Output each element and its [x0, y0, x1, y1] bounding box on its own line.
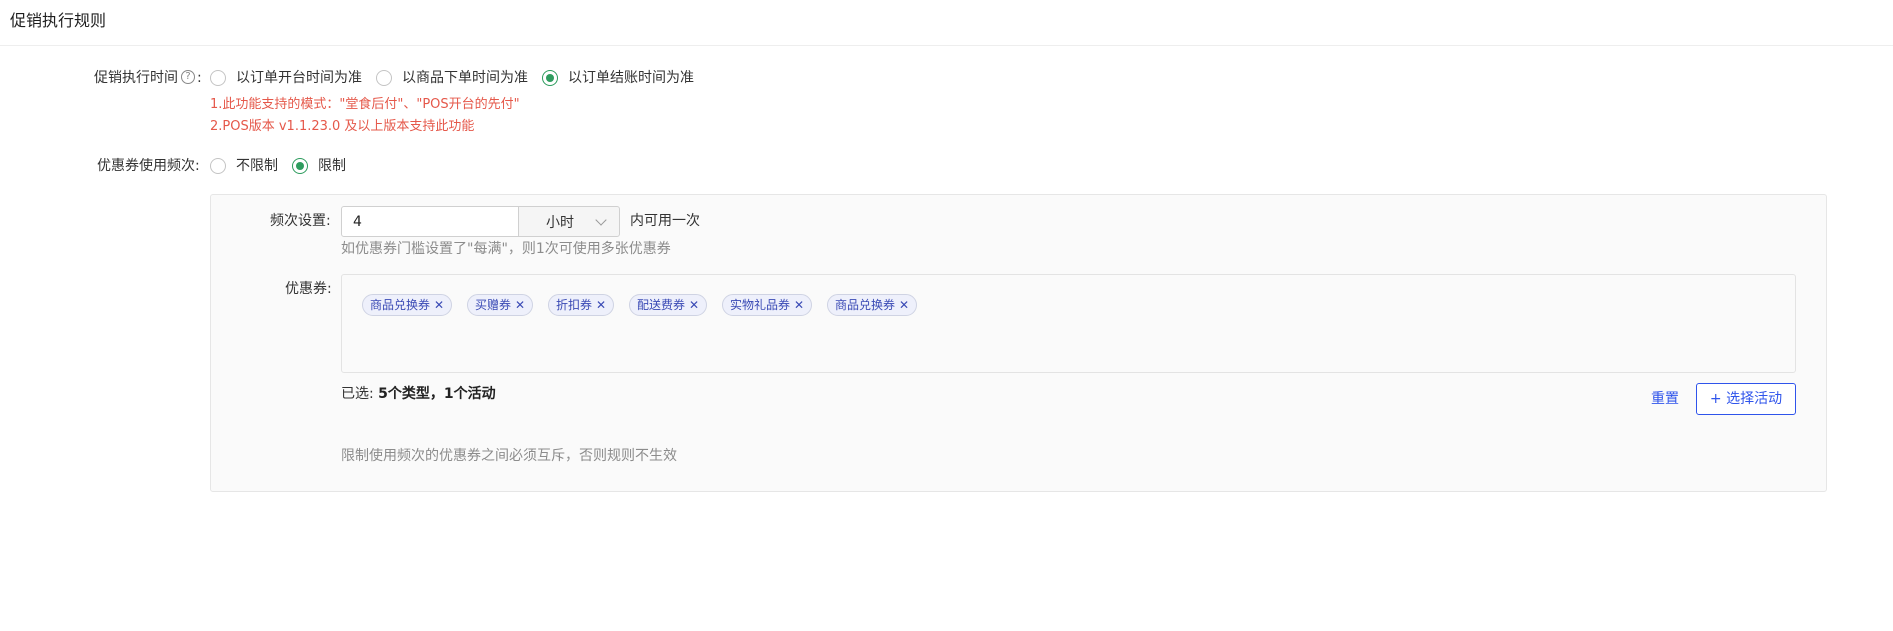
radio-exec-time-checkout[interactable]: 以订单结账时间为准 [542, 68, 694, 88]
coupon-frequency-colon: : [195, 158, 200, 174]
reset-button[interactable]: 重置 [1651, 389, 1679, 409]
coupon-label: 优惠券 [285, 281, 327, 297]
select-activity-button[interactable]: + 选择活动 [1696, 383, 1796, 415]
coupon-frequency-label-row: 优惠券使用频次: [97, 156, 200, 176]
coupon-tag-label: 买赠券 [475, 298, 512, 312]
selected-value: 5个类型，1个活动 [378, 386, 496, 402]
coupon-tag: 实物礼品券 ✕ [722, 294, 813, 316]
exec-time-note-1: 1.此功能支持的模式："堂食后付"、"POS开台的先付" [210, 97, 520, 112]
mutual-exclusion-hint: 限制使用频次的优惠券之间必须互斥，否则规则不生效 [341, 448, 677, 464]
close-icon[interactable]: ✕ [794, 298, 804, 312]
radio-label: 不限制 [236, 158, 278, 174]
exec-time-note-2: 2.POS版本 v1.1.23.0 及以上版本支持此功能 [210, 119, 475, 134]
radio-circle-checked [542, 70, 558, 86]
coupon-tag: 配送费券 ✕ [629, 294, 708, 316]
radio-label: 以商品下单时间为准 [402, 70, 528, 86]
coupon-frequency-label: 优惠券使用频次 [97, 158, 195, 174]
radio-label: 以订单结账时间为准 [568, 70, 694, 86]
radio-label: 以订单开台时间为准 [236, 70, 362, 86]
coupon-tag-label: 实物礼品券 [730, 298, 791, 312]
radio-frequency-unlimited[interactable]: 不限制 [210, 156, 278, 176]
time-unit-value: 小时 [546, 214, 574, 231]
time-unit-select[interactable]: 小时 [518, 206, 620, 237]
page-header: 促销执行规则 [0, 0, 1893, 46]
radio-frequency-limited[interactable]: 限制 [292, 156, 346, 176]
close-icon[interactable]: ✕ [899, 298, 909, 312]
help-icon[interactable]: ? [181, 70, 195, 84]
radio-label: 限制 [318, 158, 346, 174]
coupon-tag-label: 商品兑换券 [370, 298, 431, 312]
radio-circle-checked [292, 158, 308, 174]
coupon-label-row: 优惠券: [285, 279, 332, 299]
close-icon[interactable]: ✕ [515, 298, 525, 312]
coupon-colon: : [327, 281, 332, 297]
coupon-tag: 商品兑换券 ✕ [827, 294, 918, 316]
coupon-tag-label: 商品兑换券 [835, 298, 896, 312]
selected-prefix: 已选: [341, 386, 374, 402]
close-icon[interactable]: ✕ [434, 298, 444, 312]
coupon-tag: 商品兑换券 ✕ [362, 294, 453, 316]
coupon-tag: 折扣券 ✕ [548, 294, 615, 316]
coupon-tag-label: 折扣券 [556, 298, 593, 312]
frequency-input[interactable]: 4 [341, 206, 519, 237]
radio-exec-time-open[interactable]: 以订单开台时间为准 [210, 68, 362, 88]
radio-circle [210, 158, 226, 174]
exec-time-label-row: 促销执行时间?: [94, 68, 202, 88]
page-title: 促销执行规则 [10, 11, 107, 30]
coupon-tag: 买赠券 ✕ [467, 294, 534, 316]
close-icon[interactable]: ✕ [596, 298, 606, 312]
frequency-hint: 如优惠券门槛设置了"每满"，则1次可使用多张优惠券 [341, 241, 671, 257]
freq-settings-label-row: 频次设置: [270, 211, 331, 231]
frequency-suffix: 内可用一次 [630, 213, 700, 229]
close-icon[interactable]: ✕ [689, 298, 699, 312]
exec-time-label: 促销执行时间 [94, 70, 178, 86]
coupon-tag-label: 配送费券 [637, 298, 686, 312]
freq-settings-colon: : [326, 213, 331, 229]
selected-summary: 已选: 5个类型，1个活动 [341, 384, 496, 404]
radio-circle [376, 70, 392, 86]
coupon-tag-box[interactable] [341, 274, 1796, 373]
chevron-down-icon [595, 214, 607, 226]
radio-circle [210, 70, 226, 86]
radio-exec-time-order[interactable]: 以商品下单时间为准 [376, 68, 528, 88]
freq-settings-label: 频次设置 [270, 213, 326, 229]
exec-time-colon: : [197, 70, 202, 86]
